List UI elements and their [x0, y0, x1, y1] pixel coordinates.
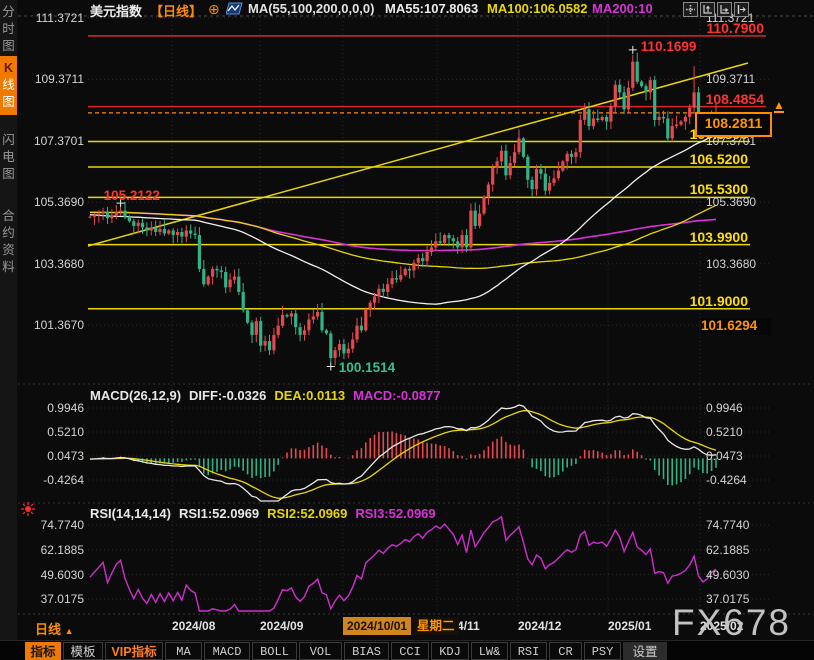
reference-price-tag: 101.6294: [701, 318, 771, 335]
date-label: 2025/01: [608, 619, 651, 633]
scale-x-axis-icon[interactable]: [717, 2, 732, 17]
crosshair-weekday-label: 星期二: [413, 617, 459, 635]
current-price-tag: 108.2811: [695, 112, 772, 137]
jump-to-end-icon[interactable]: [734, 2, 749, 17]
sidebar-item-2[interactable]: K线图: [0, 56, 17, 115]
toolbar-button-设置[interactable]: 设置: [623, 642, 667, 660]
left-sidebar: 分时图K线图闪电图合约资料: [0, 0, 17, 660]
rsi2-value: RSI2:52.0969: [267, 506, 347, 521]
pan-tool-icon[interactable]: [683, 2, 698, 17]
rsi-name: RSI(14,14,14): [90, 506, 171, 521]
toolbar-button-PSY[interactable]: PSY: [584, 642, 621, 660]
ma55-value: MA55:107.8063: [385, 1, 478, 16]
price-up-arrow-icon[interactable]: ▲: [772, 100, 786, 113]
watermark: FX678: [672, 602, 791, 644]
symbol-title: 美元指数: [90, 1, 142, 20]
toolbar-button-VOL[interactable]: VOL: [299, 642, 342, 660]
sidebar-item-1[interactable]: 分时图: [0, 4, 17, 55]
macd-diff-value: DIFF:-0.0326: [189, 388, 266, 403]
rsi3-value: RSI3:52.0969: [355, 506, 435, 521]
ma-settings-label: MA(55,100,200,0,0,0): [248, 1, 374, 16]
date-label: 2024/08: [172, 619, 215, 633]
toolbar-button-BOLL[interactable]: BOLL: [252, 642, 297, 660]
rsi-header: RSI(14,14,14) RSI1:52.0969 RSI2:52.0969 RSI…: [90, 506, 444, 521]
toolbar-button-LW&[interactable]: LW&: [471, 642, 508, 660]
toolbar-button-模板[interactable]: 模板: [63, 642, 103, 660]
toolbar-button-MACD[interactable]: MACD: [204, 642, 250, 660]
toolbar-button-CCI[interactable]: CCI: [391, 642, 429, 660]
toolbar-button-BIAS[interactable]: BIAS: [344, 642, 389, 660]
alert-blink-icon: [20, 501, 36, 522]
chart-type-icon[interactable]: [226, 2, 243, 18]
add-indicator-icon[interactable]: ⊕: [208, 1, 220, 18]
ma100-value: MA100:106.0582: [487, 1, 587, 16]
toolbar-button-MA[interactable]: MA: [165, 642, 202, 660]
toolbar-button-VIP指标[interactable]: VIP指标: [105, 642, 163, 660]
toolbar-button-CR[interactable]: CR: [549, 642, 582, 660]
scale-y-axis-icon[interactable]: [700, 2, 715, 17]
period-arrow-icon: ▲: [65, 626, 74, 636]
trading-app-window: 分时图K线图闪电图合约资料 美元指数 【日线】 ⊕ MA(55,100,200,…: [0, 0, 814, 660]
macd-name: MACD(26,12,9): [90, 388, 181, 403]
chart-canvas[interactable]: [0, 0, 814, 660]
crosshair-date-tooltip: 2024/10/01: [343, 617, 411, 635]
ma200-value: MA200:10: [592, 1, 653, 16]
toolbar-button-KDJ[interactable]: KDJ: [431, 642, 469, 660]
period-label[interactable]: 【日线】: [150, 1, 202, 20]
date-label: 2024/09: [260, 619, 303, 633]
chart-tools: [683, 2, 749, 17]
sidebar-item-3[interactable]: 闪电图: [0, 132, 17, 183]
sidebar-item-4[interactable]: 合约资料: [0, 208, 17, 276]
macd-header: MACD(26,12,9) DIFF:-0.0326 DEA:0.0113 MACD:…: [90, 388, 449, 403]
macd-dea-value: DEA:0.0113: [274, 388, 345, 403]
toolbar-button-RSI[interactable]: RSI: [510, 642, 547, 660]
date-label: 2024/12: [518, 619, 561, 633]
rsi1-value: RSI1:52.0969: [179, 506, 259, 521]
toolbar-button-指标[interactable]: 指标: [25, 642, 61, 660]
period-selector[interactable]: 日线 ▲: [35, 619, 74, 638]
macd-macd-value: MACD:-0.0877: [353, 388, 440, 403]
